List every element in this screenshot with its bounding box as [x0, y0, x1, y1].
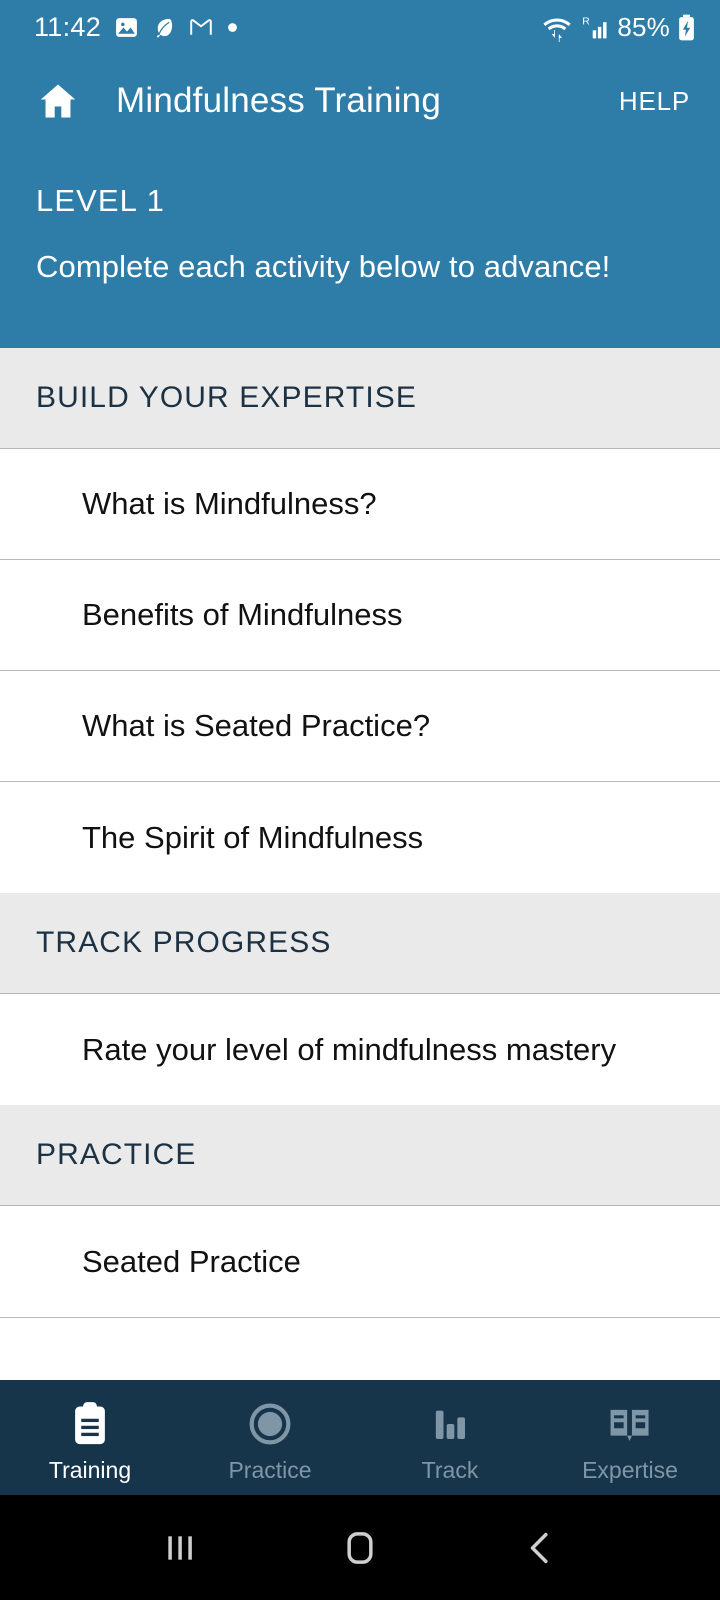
svg-text:R: R [583, 16, 591, 27]
tab-training[interactable]: Training [0, 1380, 180, 1495]
section-header-practice: PRACTICE [0, 1105, 720, 1206]
dot-icon [227, 22, 238, 33]
battery-charging-icon [677, 14, 696, 41]
level-banner: LEVEL 1 Complete each activity below to … [0, 147, 720, 348]
tab-label-practice: Practice [228, 1457, 312, 1483]
app-screen: 11:42 R 85% Mindfulness Training HELP LE… [0, 0, 720, 1600]
bottom-tab-bar: Training Practice Track Expertise [0, 1380, 720, 1495]
list-item[interactable]: Seated Practice [0, 1206, 720, 1317]
list-item[interactable]: Rate your level of mindfulness mastery [0, 994, 720, 1105]
status-time: 11:42 [34, 12, 102, 42]
help-button[interactable]: HELP [619, 86, 690, 117]
battery-percent: 85% [617, 12, 670, 42]
tab-expertise[interactable]: Expertise [540, 1380, 720, 1495]
home-icon[interactable] [32, 75, 84, 127]
home-square-icon[interactable] [320, 1508, 400, 1588]
recents-icon[interactable] [140, 1508, 220, 1588]
section-header-expertise: BUILD YOUR EXPERTISE [0, 348, 720, 449]
tab-label-track: Track [421, 1457, 479, 1483]
leaf-icon [152, 15, 175, 40]
list-bottom-filler [0, 1317, 720, 1318]
open-book-icon [607, 1397, 653, 1447]
roaming-signal-icon: R [580, 14, 610, 42]
status-bar-left: 11:42 [34, 12, 238, 43]
status-bar: 11:42 R 85% [0, 0, 720, 55]
level-subtitle: Complete each activity below to advance! [36, 249, 611, 284]
tab-practice[interactable]: Practice [180, 1380, 360, 1495]
app-bar: Mindfulness Training HELP [0, 55, 720, 147]
status-bar-right: R 85% [541, 12, 696, 43]
activity-list: BUILD YOUR EXPERTISE What is Mindfulness… [0, 348, 720, 1380]
tab-label-training: Training [48, 1457, 132, 1483]
list-item[interactable]: The Spirit of Mindfulness [0, 782, 720, 893]
tab-track[interactable]: Track [360, 1380, 540, 1495]
list-item[interactable]: What is Mindfulness? [0, 449, 720, 560]
gmail-icon [188, 15, 214, 40]
page-title: Mindfulness Training [116, 81, 441, 120]
list-item[interactable]: Benefits of Mindfulness [0, 560, 720, 671]
circle-ring-icon [248, 1397, 292, 1447]
photos-icon [114, 15, 139, 40]
clipboard-icon [69, 1397, 111, 1447]
wifi-icon [541, 14, 573, 42]
list-item[interactable]: What is Seated Practice? [0, 671, 720, 782]
android-nav-bar [0, 1495, 720, 1600]
level-label: LEVEL 1 [36, 183, 165, 218]
tab-label-expertise: Expertise [582, 1457, 678, 1483]
bar-chart-icon [430, 1397, 470, 1447]
section-header-track: TRACK PROGRESS [0, 893, 720, 994]
back-chevron-icon[interactable] [500, 1508, 580, 1588]
